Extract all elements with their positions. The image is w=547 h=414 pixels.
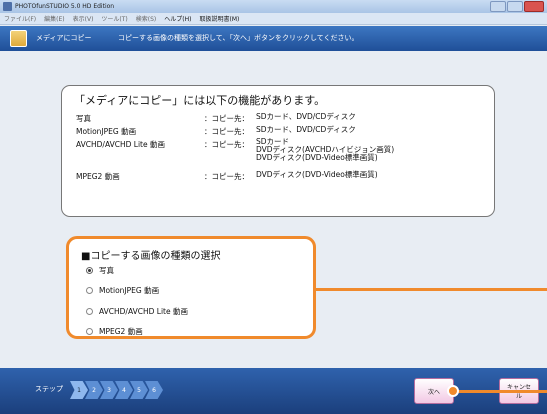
minimize-button[interactable]: [490, 1, 506, 12]
callout-line: [454, 390, 547, 393]
callout-dot: [447, 385, 459, 397]
copy-dest-label: ：コピー先：: [204, 172, 249, 181]
option-label: MPEG2 動画: [99, 327, 143, 336]
window-title: PHOTOfunSTUDIO 5.0 HD Edition: [15, 3, 115, 10]
menu-edit[interactable]: 編集(E): [44, 14, 64, 23]
radio-button[interactable]: [86, 287, 93, 294]
radio-button[interactable]: [86, 308, 93, 315]
option-avchd[interactable]: AVCHD/AVCHD Lite 動画: [86, 306, 188, 317]
window-controls: [490, 1, 544, 12]
menu-tools[interactable]: ツール(T): [101, 14, 127, 23]
maximize-button[interactable]: [507, 1, 523, 12]
wizard-header: メディアにコピー コピーする画像の種類を選択して、「次へ」ボタンをクリックしてく…: [0, 26, 547, 51]
option-motionjpeg[interactable]: MotionJPEG 動画: [86, 285, 159, 296]
feature-info-panel: 「メディアにコピー」には以下の機能があります。 写真 ：コピー先： SDカード、…: [61, 85, 495, 217]
selection-heading: ■コピーする画像の種類の選択: [81, 251, 221, 262]
feature-dest: SDカード、DVD/CDディスク: [256, 112, 356, 121]
menu-file[interactable]: ファイル(F): [4, 14, 36, 23]
wizard-title: メディアにコピー: [36, 34, 92, 42]
option-label: MotionJPEG 動画: [99, 286, 160, 295]
menu-bar: ファイル(F) 編集(E) 表示(V) ツール(T) 検索(S) ヘルプ(H) …: [0, 13, 547, 25]
menu-help[interactable]: ヘルプ(H): [164, 14, 191, 23]
title-bar: PHOTOfunSTUDIO 5.0 HD Edition: [0, 0, 547, 13]
option-label: 写真: [99, 266, 114, 275]
step-label: ステップ: [35, 385, 63, 393]
media-type-selection-panel: ■コピーする画像の種類の選択 写真 MotionJPEG 動画 AVCHD/AV…: [66, 236, 316, 339]
feature-type: MPEG2 動画: [76, 172, 120, 181]
info-heading: 「メディアにコピー」には以下の機能があります。: [74, 94, 326, 107]
menu-view[interactable]: 表示(V): [73, 14, 94, 23]
menu-search[interactable]: 検索(S): [136, 14, 157, 23]
option-photo[interactable]: 写真: [86, 265, 114, 276]
copy-dest-label: ：コピー先：: [204, 140, 249, 149]
radio-button[interactable]: [86, 267, 93, 274]
menu-manual[interactable]: 取扱説明書(M): [199, 14, 239, 23]
feature-type: AVCHD/AVCHD Lite 動画: [76, 140, 165, 149]
close-button[interactable]: [524, 1, 544, 12]
option-label: AVCHD/AVCHD Lite 動画: [99, 307, 188, 316]
feature-type: MotionJPEG 動画: [76, 127, 137, 136]
copy-to-media-icon: [10, 30, 27, 47]
feature-type: 写真: [76, 114, 91, 123]
callout-line: [316, 288, 547, 291]
feature-dest: DVDディスク(DVD-Video標準画質): [256, 153, 378, 162]
copy-dest-label: ：コピー先：: [204, 127, 249, 136]
step-1: 1: [70, 381, 88, 399]
wizard-instruction: コピーする画像の種類を選択して、「次へ」ボタンをクリックしてください。: [118, 34, 359, 42]
app-icon: [3, 2, 12, 11]
option-mpeg2[interactable]: MPEG2 動画: [86, 326, 143, 337]
feature-dest: SDカード、DVD/CDディスク: [256, 125, 356, 134]
copy-dest-label: ：コピー先：: [204, 114, 249, 123]
feature-dest: DVDディスク(DVD-Video標準画質): [256, 170, 378, 179]
step-indicator: 1 2 3 4 5 6: [70, 381, 163, 399]
radio-button[interactable]: [86, 328, 93, 335]
